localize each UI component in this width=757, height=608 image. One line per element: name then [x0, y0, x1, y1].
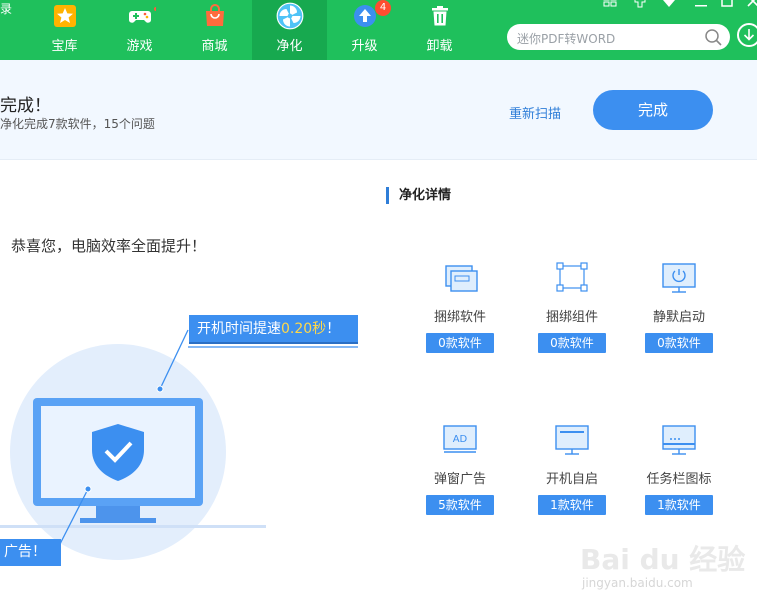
search-icon[interactable]	[704, 28, 722, 46]
detail-count[interactable]: 1款软件	[645, 495, 713, 515]
detail-count[interactable]: 0款软件	[645, 333, 713, 353]
ad-icon-text: AD	[453, 434, 468, 445]
search-input[interactable]: 迷你PDF转WORD	[517, 30, 615, 47]
dropdown-menu-icon[interactable]	[663, 0, 675, 8]
bubble-text: 开机时间提速	[197, 321, 281, 337]
nav-label: 升级	[351, 39, 378, 54]
result-header: 完成！ 净化完成7款软件，15个问题 重新扫描 完成	[0, 60, 757, 160]
detail-card-ad-popup[interactable]: AD 弹窗广告 5款软件	[420, 424, 500, 515]
nav-label: 卸载	[426, 39, 453, 54]
nav-item-uninstall[interactable]: 卸载	[402, 0, 477, 60]
detail-name: 静默启动	[652, 310, 705, 325]
nav-item-upgrade[interactable]: 4 升级	[327, 0, 402, 60]
fan-icon	[276, 2, 304, 30]
close-icon[interactable]	[747, 0, 757, 8]
top-navigation-bar: 录 宝库 游戏 商城 净化 4 升级 卸载 迷你PDF转WORD	[0, 0, 757, 60]
detail-card-bundled-component[interactable]: 捆绑组件 0款软件	[532, 262, 612, 353]
upgrade-count-badge: 4	[375, 0, 391, 16]
boot-start-icon	[555, 425, 589, 455]
left-cut-text: 录	[0, 2, 13, 16]
nav-label: 宝库	[51, 39, 78, 54]
minimize-icon[interactable]	[695, 0, 707, 8]
baidu-jingyan-watermark: Bai du 经验 jingyan.baidu.com	[580, 538, 750, 598]
taskbar-icon	[662, 425, 696, 455]
detail-card-boot-start[interactable]: 开机自启 1款软件	[532, 424, 612, 515]
download-manager-button[interactable]	[737, 23, 757, 47]
ad-popup-icon: AD	[443, 425, 477, 453]
congrats-message: 恭喜您，电脑效率全面提升！	[11, 237, 207, 255]
skin-icon[interactable]	[633, 0, 647, 8]
gamepad-icon	[129, 7, 156, 23]
nav-label: 净化	[276, 39, 303, 54]
nav-label: 游戏	[126, 39, 153, 54]
detail-name: 弹窗广告	[433, 472, 486, 487]
trash-icon	[432, 6, 448, 26]
nav-label: 商城	[201, 39, 228, 54]
maximize-icon[interactable]	[721, 0, 733, 8]
detail-card-taskbar[interactable]: 任务栏图标 1款软件	[639, 424, 719, 515]
upgrade-arrow-icon	[354, 5, 376, 27]
detail-count[interactable]: 5款软件	[426, 495, 494, 515]
detail-count[interactable]: 0款软件	[538, 333, 606, 353]
detail-name: 开机自启	[545, 472, 598, 487]
bundled-software-icon	[445, 265, 478, 292]
boot-speedup-bubble: 开机时间提速0.20秒！	[189, 315, 358, 344]
detail-count[interactable]: 0款软件	[426, 333, 494, 353]
shopping-bag-icon	[206, 4, 224, 26]
detail-card-bundled-software[interactable]: 捆绑软件 0款软件	[420, 262, 500, 353]
detail-card-silent-start[interactable]: 静默启动 0款软件	[639, 262, 719, 353]
nav-item-treasure[interactable]: 宝库	[27, 0, 102, 60]
search-box[interactable]: 迷你PDF转WORD	[507, 24, 730, 50]
rescan-link[interactable]: 重新扫描	[509, 103, 561, 122]
nav-item-games[interactable]: 游戏	[102, 0, 177, 60]
ad-bubble: 广告！	[0, 539, 61, 566]
bubble-suffix: ！	[326, 321, 341, 337]
detail-name: 捆绑组件	[545, 310, 598, 325]
star-icon	[54, 5, 76, 27]
detail-name: 任务栏图标	[646, 472, 712, 487]
done-button[interactable]: 完成	[593, 90, 713, 130]
detail-count[interactable]: 1款软件	[538, 495, 606, 515]
details-title: 净化详情	[386, 187, 451, 204]
watermark-brand: Bai du 经验	[580, 543, 746, 576]
detail-name: 捆绑软件	[433, 310, 486, 325]
download-arrow-icon	[743, 29, 755, 41]
result-title: 完成！	[0, 96, 51, 116]
result-subtitle: 净化完成7款软件，15个问题	[0, 117, 155, 131]
bundled-component-icon	[556, 262, 588, 292]
bubble-highlight-value: 0.20秒	[281, 321, 327, 337]
nav-item-clean[interactable]: 净化	[252, 0, 327, 60]
silent-start-icon	[662, 263, 696, 293]
nav-item-store[interactable]: 商城	[177, 0, 252, 60]
grid-menu-icon[interactable]	[603, 0, 617, 8]
watermark-url: jingyan.baidu.com	[582, 576, 693, 590]
